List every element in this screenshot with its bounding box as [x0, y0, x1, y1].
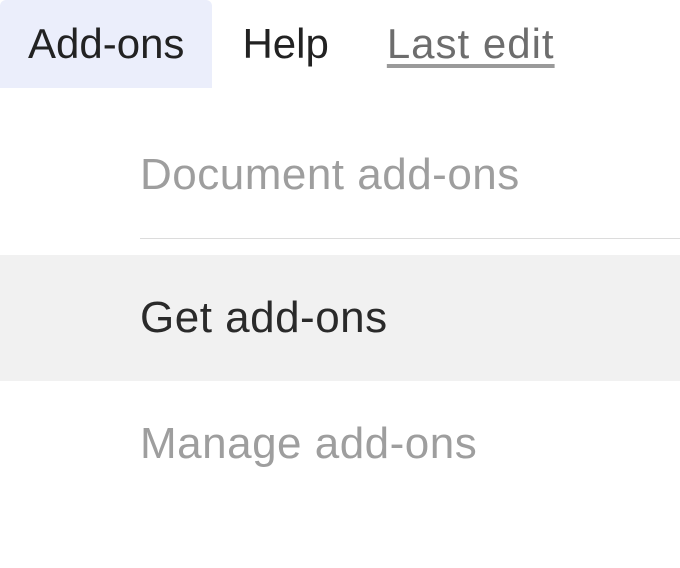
last-edit-link[interactable]: Last edit [359, 20, 555, 68]
spacer [0, 239, 680, 255]
dropdown-section-header: Document add-ons [0, 124, 680, 238]
menu-addons[interactable]: Add-ons [0, 0, 212, 88]
menu-help[interactable]: Help [212, 0, 358, 88]
menu-item-get-addons[interactable]: Get add-ons [0, 255, 680, 381]
addons-dropdown: Document add-ons Get add-ons Manage add-… [0, 124, 680, 507]
menu-bar: Add-ons Help Last edit [0, 0, 680, 88]
menu-item-manage-addons[interactable]: Manage add-ons [0, 381, 680, 507]
